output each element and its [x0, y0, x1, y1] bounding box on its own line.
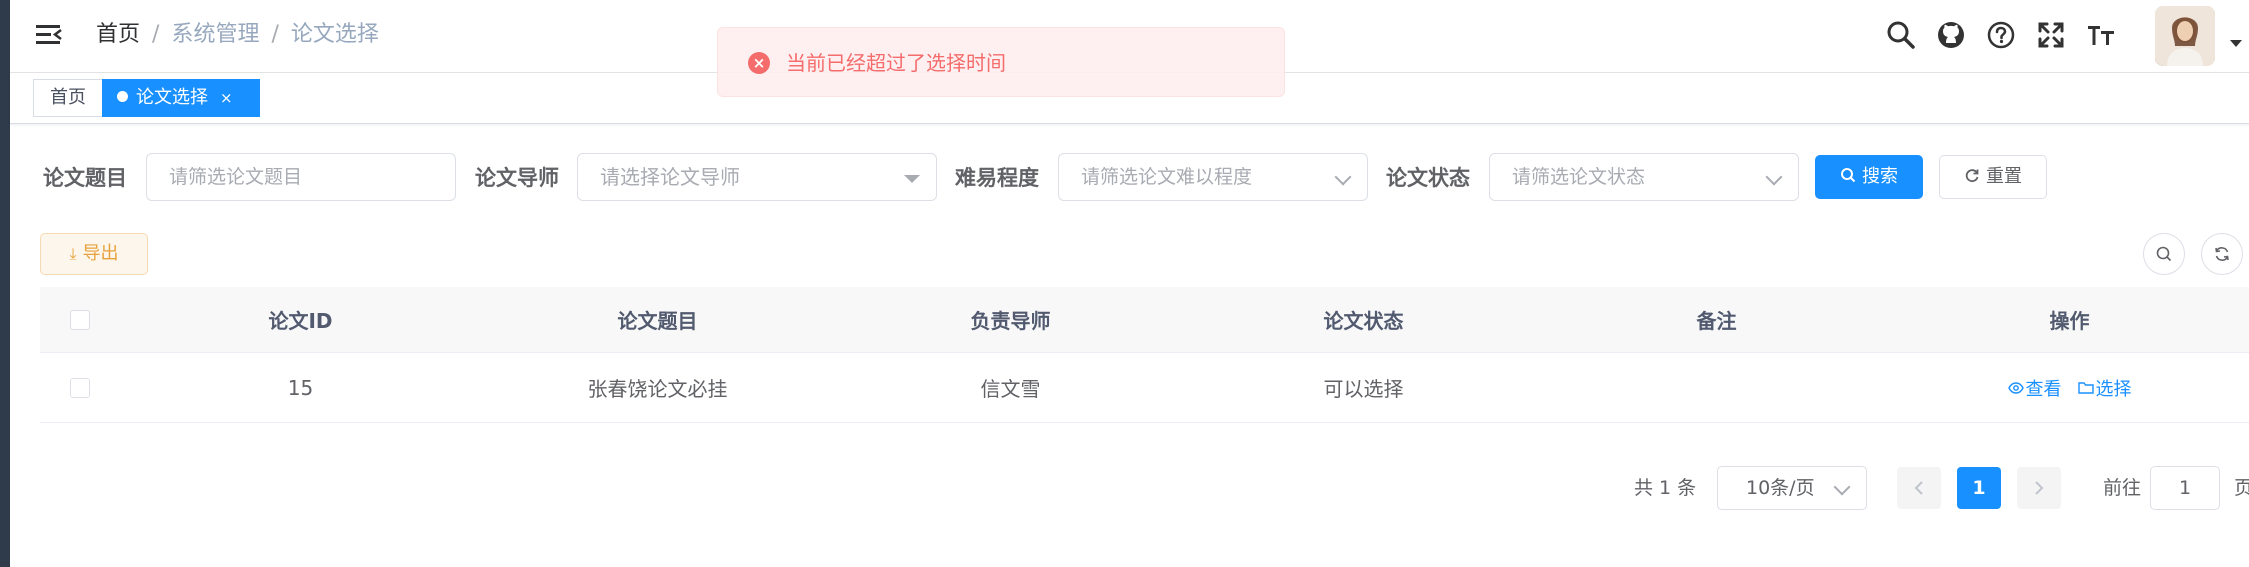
row-select-cell: [40, 353, 120, 422]
advisor-label: 论文导师: [475, 166, 559, 190]
pagination-total: 共 1 条: [1634, 477, 1697, 499]
cell-title: 张春饶论文必挂: [587, 377, 728, 401]
breadcrumb-home[interactable]: 首页: [96, 22, 140, 47]
user-avatar[interactable]: [2155, 6, 2215, 66]
question-icon[interactable]: [1984, 18, 2018, 52]
page-size-value: 10条/页: [1746, 477, 1815, 499]
reset-button-label: 重置: [1986, 166, 2022, 187]
goto-page-input[interactable]: 1: [2150, 466, 2220, 510]
header-title: 论文题目: [617, 309, 698, 333]
view-link-label: 查看: [2025, 378, 2062, 400]
header-advisor: 负责导师: [970, 309, 1051, 333]
github-icon[interactable]: [1934, 18, 1968, 52]
refresh-icon: [1965, 169, 1979, 183]
row-checkbox[interactable]: [70, 377, 90, 398]
chevron-left-icon: [1914, 481, 1923, 495]
breadcrumb-item-system: 系统管理: [171, 22, 260, 47]
goto-label: 前往: [2103, 477, 2142, 499]
status-select[interactable]: 请筛选论文状态: [1489, 153, 1799, 201]
search-button-label: 搜索: [1862, 166, 1898, 187]
cell-remark: [1540, 353, 1893, 422]
search-icon[interactable]: [1884, 18, 1918, 52]
difficulty-label: 难易程度: [955, 166, 1039, 190]
caret-down-icon: [904, 175, 920, 183]
tags-view: 首页 论文选择 ×: [10, 73, 2249, 124]
select-link[interactable]: 选择: [2077, 375, 2132, 401]
folder-icon: [2077, 381, 2094, 394]
refresh-icon: [2215, 247, 2229, 261]
hamburger-icon[interactable]: [34, 20, 64, 50]
active-dot-icon: [117, 91, 128, 102]
tag-thesis-select[interactable]: 论文选择 ×: [102, 79, 260, 117]
advisor-placeholder: 请选择论文导师: [600, 165, 740, 189]
chevron-down-icon: [1334, 168, 1352, 186]
avatar-dropdown-icon[interactable]: [2230, 40, 2242, 47]
next-page-button[interactable]: [2017, 467, 2061, 509]
search-button[interactable]: 搜索: [1815, 155, 1923, 199]
page-suffix: 页: [2234, 477, 2249, 499]
title-label: 论文题目: [43, 166, 127, 190]
search-icon: [2156, 246, 2172, 262]
sidebar-edge: [0, 0, 10, 567]
export-button[interactable]: ⤓ 导出: [40, 233, 148, 275]
header-select-cell: [40, 287, 120, 352]
tag-close-icon[interactable]: ×: [220, 80, 233, 116]
select-link-label: 选择: [2095, 378, 2132, 400]
fullscreen-icon[interactable]: [2034, 18, 2068, 52]
header-remark: 备注: [1696, 309, 1737, 333]
main-page: 首页/系统管理/论文选择 × 当前已经超过了选择时间 首页 论文选择×: [10, 0, 2249, 567]
select-all-checkbox[interactable]: [70, 309, 90, 330]
toggle-search-button[interactable]: [2143, 233, 2185, 275]
title-input[interactable]: 请筛选论文题目: [146, 153, 456, 201]
difficulty-select[interactable]: 请筛选论文难以程度: [1058, 153, 1368, 201]
difficulty-placeholder: 请筛选论文难以程度: [1081, 166, 1253, 188]
cell-status: 可以选择: [1323, 377, 1404, 401]
breadcrumb-item-current: 论文选择: [290, 22, 379, 47]
view-link[interactable]: 查看: [2007, 375, 2062, 401]
eye-icon: [2007, 381, 2024, 394]
breadcrumb-separator: /: [152, 22, 160, 47]
cell-actions: 查看 选择: [1893, 353, 2246, 422]
header-status: 论文状态: [1323, 309, 1404, 333]
search-icon: [1841, 168, 1856, 183]
advisor-select[interactable]: 请选择论文导师: [577, 153, 937, 201]
page-size-select[interactable]: 10条/页: [1717, 466, 1867, 510]
reset-button[interactable]: 重置: [1939, 155, 2047, 199]
font-size-icon[interactable]: [2084, 18, 2118, 52]
cell-id: 15: [287, 375, 314, 400]
status-label: 论文状态: [1386, 166, 1470, 190]
chevron-down-icon: [1833, 478, 1851, 496]
chevron-down-icon: [1765, 168, 1783, 186]
tag-home[interactable]: 首页: [33, 79, 103, 117]
export-button-label: 导出: [82, 243, 119, 264]
table-row: 15 张春饶论文必挂 信文雪 可以选择 查看 选择: [40, 353, 2249, 423]
chevron-right-icon: [2035, 481, 2044, 495]
status-placeholder: 请筛选论文状态: [1512, 166, 1646, 188]
close-circle-icon: ×: [748, 52, 770, 74]
prev-page-button[interactable]: [1897, 467, 1941, 509]
header-actions: 操作: [2049, 309, 2090, 333]
tag-label: 论文选择: [136, 87, 208, 108]
cell-advisor: 信文雪: [980, 377, 1041, 401]
download-icon: ⤓: [69, 244, 77, 263]
header-id: 论文ID: [268, 309, 333, 333]
table-header: 论文ID 论文题目 负责导师 论文状态 备注 操作: [40, 287, 2249, 353]
breadcrumb: 首页 / 系统管理 / 论文选择: [96, 20, 379, 50]
breadcrumb-separator: /: [271, 22, 279, 47]
refresh-table-button[interactable]: [2201, 233, 2243, 275]
page-number-button[interactable]: 1: [1957, 467, 2001, 509]
